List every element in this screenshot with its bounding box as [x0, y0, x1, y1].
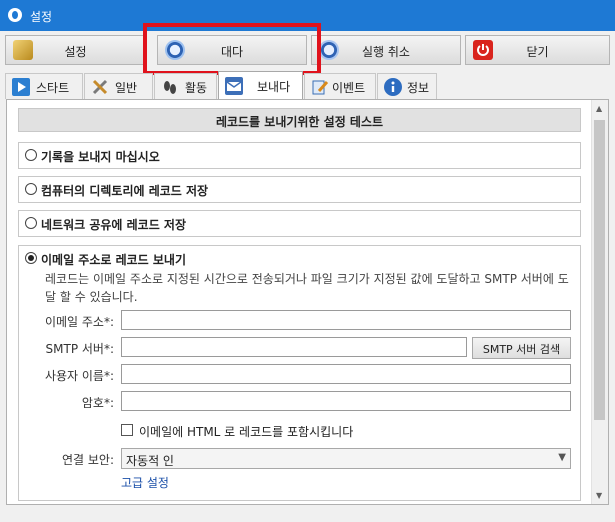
tab-label: 스타트 [36, 81, 70, 95]
username-input[interactable] [121, 364, 571, 384]
tab-events[interactable]: 이벤트 [304, 73, 376, 99]
email-description: 레코드는 이메일 주소로 지정된 시간으로 전송되거나 파일 크기가 지정된 값… [45, 272, 569, 304]
mail-icon [225, 77, 243, 95]
html-checkbox-label: 이메일에 HTML 로 레코드를 포함시킵니다 [139, 425, 354, 439]
play-icon [12, 78, 30, 96]
footprint-icon [161, 78, 179, 96]
tab-label: 일반 [115, 81, 138, 95]
password-input[interactable] [121, 391, 571, 411]
smtp-search-button[interactable]: SMTP 서버 검색 [472, 337, 571, 359]
tab-label: 이벤트 [332, 81, 366, 95]
vertical-scrollbar[interactable]: ▲ ▼ [591, 100, 608, 504]
tab-label: 활동 [185, 81, 208, 95]
option-no-send: 기록을 보내지 마십시오 [18, 142, 581, 169]
smtp-server-input[interactable] [121, 337, 467, 357]
chevron-down-icon: ▼ [558, 452, 566, 463]
tab-general[interactable]: 일반 [84, 73, 153, 99]
password-label: 암호*: [81, 396, 114, 410]
option-save-network: 네트워크 공유에 레코드 저장 [18, 210, 581, 237]
close-button[interactable]: 닫기 [465, 35, 610, 65]
security-select-value: 자동적 인 [126, 454, 174, 468]
wait-button[interactable]: 대다 [157, 35, 307, 65]
email-address-label: 이메일 주소*: [44, 315, 114, 329]
close-button-label: 닫기 [526, 45, 549, 59]
send-settings-panel: 레코드를 보내기위한 설정 테스트 기록을 보내지 마십시오 컴퓨터의 디렉토리… [6, 99, 609, 505]
tab-info[interactable]: 정보 [377, 73, 437, 99]
window-title: 설정 [30, 10, 53, 24]
tab-label: 정보 [407, 81, 430, 95]
tab-send[interactable]: 보내다 [218, 71, 303, 100]
info-icon [384, 78, 402, 96]
edit-icon [311, 78, 329, 96]
radio-save-network[interactable] [25, 217, 37, 229]
tools-icon [91, 78, 109, 96]
app-icon [8, 8, 22, 22]
radio-send-email[interactable] [25, 252, 37, 264]
tab-strip: 스타트 일반 활동 보내다 이벤트 정보 [5, 71, 610, 100]
radio-no-send[interactable] [25, 149, 37, 161]
security-select[interactable]: 자동적 인 ▼ [121, 448, 571, 469]
radio-save-dir[interactable] [25, 183, 37, 195]
smtp-server-label: SMTP 서버*: [45, 342, 114, 356]
scrollbar-thumb[interactable] [594, 120, 605, 420]
option-label: 컴퓨터의 디렉토리에 레코드 저장 [41, 184, 209, 198]
settings-button[interactable]: 설정 [5, 35, 146, 65]
html-checkbox[interactable] [121, 424, 133, 436]
scroll-up-icon[interactable]: ▲ [596, 104, 602, 113]
scroll-down-icon[interactable]: ▼ [596, 491, 602, 500]
tab-start[interactable]: 스타트 [5, 73, 83, 99]
option-label: 이메일 주소로 레코드 보내기 [41, 253, 187, 267]
title-bar: 설정 [0, 0, 615, 31]
tab-activity[interactable]: 활동 [154, 73, 217, 99]
settings-button-label: 설정 [64, 45, 87, 59]
cancel-run-button[interactable]: 실행 취소 [311, 35, 461, 65]
option-label: 기록을 보내지 마십시오 [41, 150, 160, 164]
tab-label: 보내다 [257, 80, 291, 94]
cancel-run-button-label: 실행 취소 [362, 45, 410, 59]
option-save-dir: 컴퓨터의 디렉토리에 레코드 저장 [18, 176, 581, 203]
section-title: 레코드를 보내기위한 설정 테스트 [18, 108, 581, 132]
advanced-settings-link[interactable]: 고급 설정 [121, 474, 169, 491]
username-label: 사용자 이름*: [44, 369, 114, 383]
security-label: 연결 보안: [61, 453, 114, 467]
wait-button-label: 대다 [220, 45, 244, 59]
option-send-email: 이메일 주소로 레코드 보내기 레코드는 이메일 주소로 지정된 시간으로 전송… [18, 245, 581, 501]
email-address-input[interactable] [121, 310, 571, 330]
option-label: 네트워크 공유에 레코드 저장 [41, 218, 187, 232]
